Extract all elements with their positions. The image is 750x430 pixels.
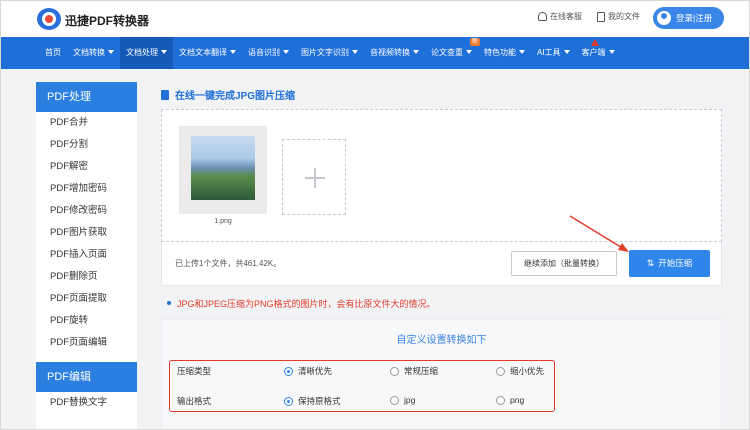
radio-icon — [496, 366, 505, 376]
sidebar-item[interactable]: PDF插入页面 — [36, 244, 137, 266]
sidebar-item[interactable]: PDF修改密码 — [36, 200, 137, 222]
sidebar-item[interactable]: PDF替换文字 — [36, 392, 137, 414]
login-button[interactable]: 登录|注册 — [653, 7, 724, 29]
nav-item-4[interactable]: 语音识别 — [242, 37, 295, 69]
swap-icon: ⇅ — [646, 258, 655, 268]
sidebar-item[interactable]: PDF页面编辑 — [36, 332, 137, 354]
nav-item-9[interactable]: AI工具 — [531, 37, 576, 69]
nav-item-label: 音视频转换 — [370, 48, 410, 57]
nav-item-label: 客户端 — [581, 48, 606, 57]
nav-item-label: 论文查重 — [431, 48, 463, 57]
option-label: 保持原格式 — [298, 396, 341, 406]
chevron-down-icon — [466, 50, 472, 54]
my-files-link[interactable]: 我的文件 — [597, 11, 640, 22]
brand-title[interactable]: 迅捷PDF转换器 — [65, 12, 149, 29]
landscape-image-icon — [191, 136, 255, 200]
compress-option-small[interactable]: 缩小优先 — [496, 365, 544, 377]
sidebar-item[interactable]: PDF合并 — [36, 112, 137, 134]
document-icon — [161, 89, 169, 100]
start-compress-label: 开始压缩 — [658, 258, 693, 268]
customer-service-link[interactable]: 在线客服 — [538, 11, 582, 22]
compress-option-clear[interactable]: 清晰优先 — [284, 365, 332, 377]
nav-item-label: 图片文字识别 — [301, 48, 349, 57]
logo-icon[interactable] — [37, 8, 61, 30]
headset-icon — [538, 12, 547, 21]
sidebar-item[interactable]: PDF删除页 — [36, 266, 137, 288]
nav-item-label: 首页 — [45, 48, 61, 57]
sidebar-section-pdf-process[interactable]: PDF处理 — [36, 82, 137, 112]
start-compress-button[interactable]: ⇅ 开始压缩 — [629, 250, 710, 277]
radio-icon — [390, 366, 399, 376]
notice-label: JPG和JPEG压缩为PNG格式的图片时，会有比原文件大的情况。 — [177, 299, 436, 309]
page-frame: 迅捷PDF转换器 在线客服 我的文件 登录|注册 首页 文档转换 文档处理 文档文本翻… — [0, 0, 750, 430]
compress-option-normal[interactable]: 常规压缩 — [390, 365, 438, 377]
main-nav: 首页 文档转换 文档处理 文档文本翻译 语音识别 图片文字识别 音视频转换 论文查重新特色功能… — [1, 37, 749, 69]
sidebar-section-pdf-edit[interactable]: PDF编辑 — [36, 362, 137, 392]
nav-item-label: AI工具 — [537, 48, 561, 57]
sidebar: PDF处理 PDF合并 PDF分割 PDF解密 PDF增加密码 PDF修改密码 PDF图片… — [36, 82, 137, 429]
format-option-keep[interactable]: 保持原格式 — [284, 395, 341, 407]
sidebar-item[interactable]: PDF分割 — [36, 134, 137, 156]
chevron-down-icon — [563, 50, 570, 54]
nav-item-0[interactable]: 首页 — [39, 37, 67, 69]
option-label: jpg — [404, 395, 416, 405]
radio-icon — [284, 366, 293, 376]
chevron-down-icon — [352, 50, 358, 54]
option-label: 清晰优先 — [298, 366, 333, 376]
add-more-button[interactable]: 继续添加（批量转换） — [511, 251, 617, 276]
upload-status: 已上传1个文件，共461.42K。 — [175, 259, 282, 268]
chevron-down-icon — [413, 50, 419, 54]
nav-item-1[interactable]: 文档转换 — [67, 37, 120, 69]
sidebar-item[interactable]: PDF页面提取 — [36, 288, 137, 310]
nav-item-label: 文档处理 — [126, 48, 158, 57]
nav-item-label: 特色功能 — [484, 48, 516, 57]
chevron-down-icon — [608, 50, 615, 54]
nav-item-8[interactable]: 特色功能 — [478, 37, 531, 69]
file-thumbnail[interactable] — [179, 126, 267, 214]
nav-item-label: 文档转换 — [73, 48, 105, 57]
option-label: 缩小优先 — [510, 366, 545, 376]
nav-item-label: 语音识别 — [248, 48, 280, 57]
nav-item-2[interactable]: 文档处理 — [120, 37, 173, 69]
chevron-down-icon — [519, 50, 525, 54]
header: 迅捷PDF转换器 在线客服 我的文件 登录|注册 — [1, 1, 749, 37]
output-format-label: 输出格式 — [177, 396, 212, 406]
nav-item-3[interactable]: 文档文本翻译 — [173, 37, 242, 69]
annotation-triangle-icon — [591, 39, 599, 46]
user-icon — [657, 11, 671, 25]
file-name: 1.png — [214, 218, 232, 225]
file-icon — [597, 11, 605, 22]
chevron-down-icon — [230, 50, 236, 54]
sidebar-item[interactable]: PDF增加密码 — [36, 178, 137, 200]
settings-title: 自定义设置转换如下 — [396, 335, 487, 346]
page-title-text: 在线一键完成JPG图片压缩 — [175, 91, 296, 102]
nav-item-5[interactable]: 图片文字识别 — [295, 37, 364, 69]
add-file-button[interactable] — [282, 139, 346, 215]
nav-item-label: 文档文本翻译 — [179, 48, 227, 57]
nav-item-6[interactable]: 音视频转换 — [364, 37, 425, 69]
option-label: 常规压缩 — [404, 366, 439, 376]
radio-icon — [284, 396, 293, 406]
login-label: 登录|注册 — [676, 13, 713, 23]
notice-text: JPG和JPEG压缩为PNG格式的图片时，会有比原文件大的情况。 — [167, 297, 436, 310]
chevron-down-icon — [283, 50, 289, 54]
customer-service-label: 在线客服 — [550, 12, 582, 21]
page-title: 在线一键完成JPG图片压缩 — [161, 87, 295, 102]
radio-icon — [390, 395, 399, 405]
chevron-down-icon — [161, 50, 167, 54]
radio-icon — [496, 395, 505, 405]
my-files-label: 我的文件 — [608, 12, 640, 21]
compress-type-label: 压缩类型 — [177, 366, 212, 376]
sidebar-item[interactable]: PDF旋转 — [36, 310, 137, 332]
bullet-icon — [167, 301, 171, 305]
sidebar-item[interactable]: PDF解密 — [36, 156, 137, 178]
format-option-jpg[interactable]: jpg — [390, 395, 415, 405]
sidebar-item[interactable]: PDF图片获取 — [36, 222, 137, 244]
option-label: png — [510, 395, 525, 405]
nav-item-7[interactable]: 论文查重新 — [425, 37, 480, 69]
format-option-png[interactable]: png — [496, 395, 524, 405]
chevron-down-icon — [108, 50, 114, 54]
